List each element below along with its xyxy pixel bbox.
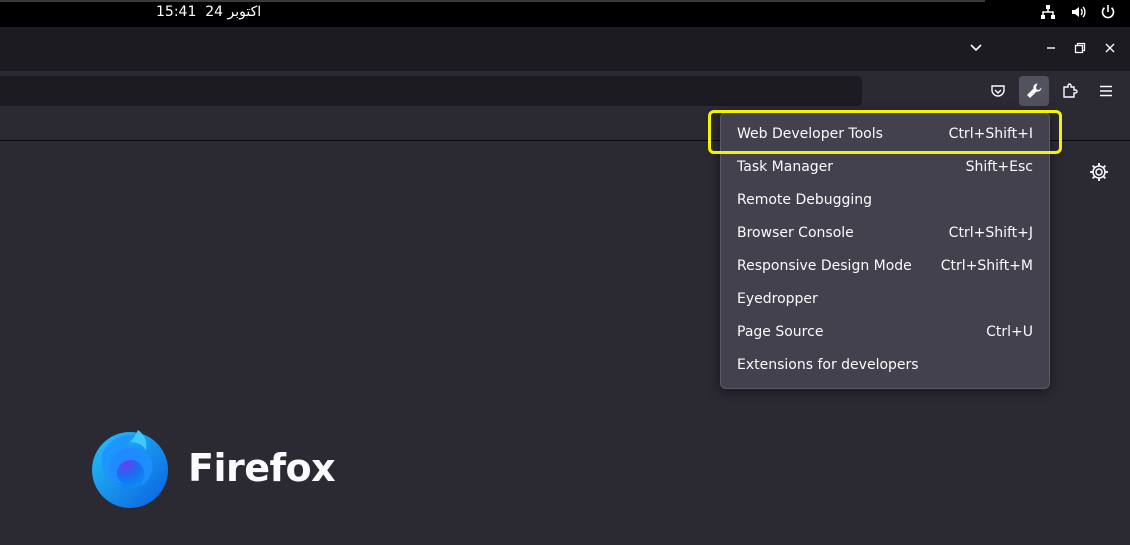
menu-item-shortcut: Ctrl+Shift+I [948, 125, 1033, 142]
extensions-icon[interactable] [1055, 76, 1085, 106]
menu-item-label: Responsive Design Mode [737, 257, 912, 274]
minimize-icon[interactable] [1039, 36, 1063, 60]
clock-time: 15:41 [156, 4, 197, 20]
menu-item-label: Eyedropper [737, 290, 818, 307]
menu-item-extensions-for-developers[interactable]: Extensions for developers [721, 348, 1049, 381]
system-clock[interactable]: 15:41 24 اکتوبر [156, 4, 261, 20]
menu-item-label: Web Developer Tools [737, 125, 883, 142]
top-divider [0, 0, 985, 2]
menu-item-shortcut: Ctrl+U [986, 323, 1033, 340]
menu-item-label: Page Source [737, 323, 824, 340]
menu-item-page-source[interactable]: Page Source Ctrl+U [721, 315, 1049, 348]
firefox-logo-icon [88, 424, 172, 512]
restore-icon[interactable] [1068, 36, 1092, 60]
menu-item-browser-console[interactable]: Browser Console Ctrl+Shift+J [721, 216, 1049, 249]
pocket-icon[interactable] [983, 76, 1013, 106]
menu-item-label: Remote Debugging [737, 191, 873, 208]
menu-item-web-developer-tools[interactable]: Web Developer Tools Ctrl+Shift+I [721, 117, 1049, 150]
clock-date: 24 اکتوبر [205, 4, 262, 20]
tab-list-chevron-icon[interactable] [964, 36, 988, 60]
system-top-bar: 15:41 24 اکتوبر [0, 0, 1130, 27]
menu-item-label: Browser Console [737, 224, 854, 241]
menu-item-task-manager[interactable]: Task Manager Shift+Esc [721, 150, 1049, 183]
menu-item-shortcut: Shift+Esc [965, 158, 1033, 175]
menu-item-label: Task Manager [737, 158, 834, 175]
developer-tools-menu: Web Developer Tools Ctrl+Shift+I Task Ma… [720, 112, 1050, 389]
gear-icon[interactable] [1088, 161, 1110, 183]
firefox-branding: Firefox [88, 424, 336, 512]
menu-item-responsive-design-mode[interactable]: Responsive Design Mode Ctrl+Shift+M [721, 249, 1049, 282]
system-tray [1040, 4, 1116, 20]
close-icon[interactable] [1098, 36, 1122, 60]
menu-item-shortcut: Ctrl+Shift+J [948, 224, 1033, 241]
menu-item-remote-debugging[interactable]: Remote Debugging [721, 183, 1049, 216]
network-icon[interactable] [1040, 4, 1056, 20]
menu-item-eyedropper[interactable]: Eyedropper [721, 282, 1049, 315]
power-icon[interactable] [1100, 4, 1116, 20]
menu-item-label: Extensions for developers [737, 356, 919, 373]
menu-item-shortcut: Ctrl+Shift+M [940, 257, 1033, 274]
url-bar[interactable] [0, 76, 862, 106]
developer-tools-wrench-icon[interactable] [1019, 76, 1049, 106]
tab-strip [0, 27, 1130, 71]
hamburger-menu-icon[interactable] [1091, 76, 1121, 106]
volume-icon[interactable] [1070, 4, 1086, 20]
firefox-wordmark: Firefox [188, 446, 336, 490]
